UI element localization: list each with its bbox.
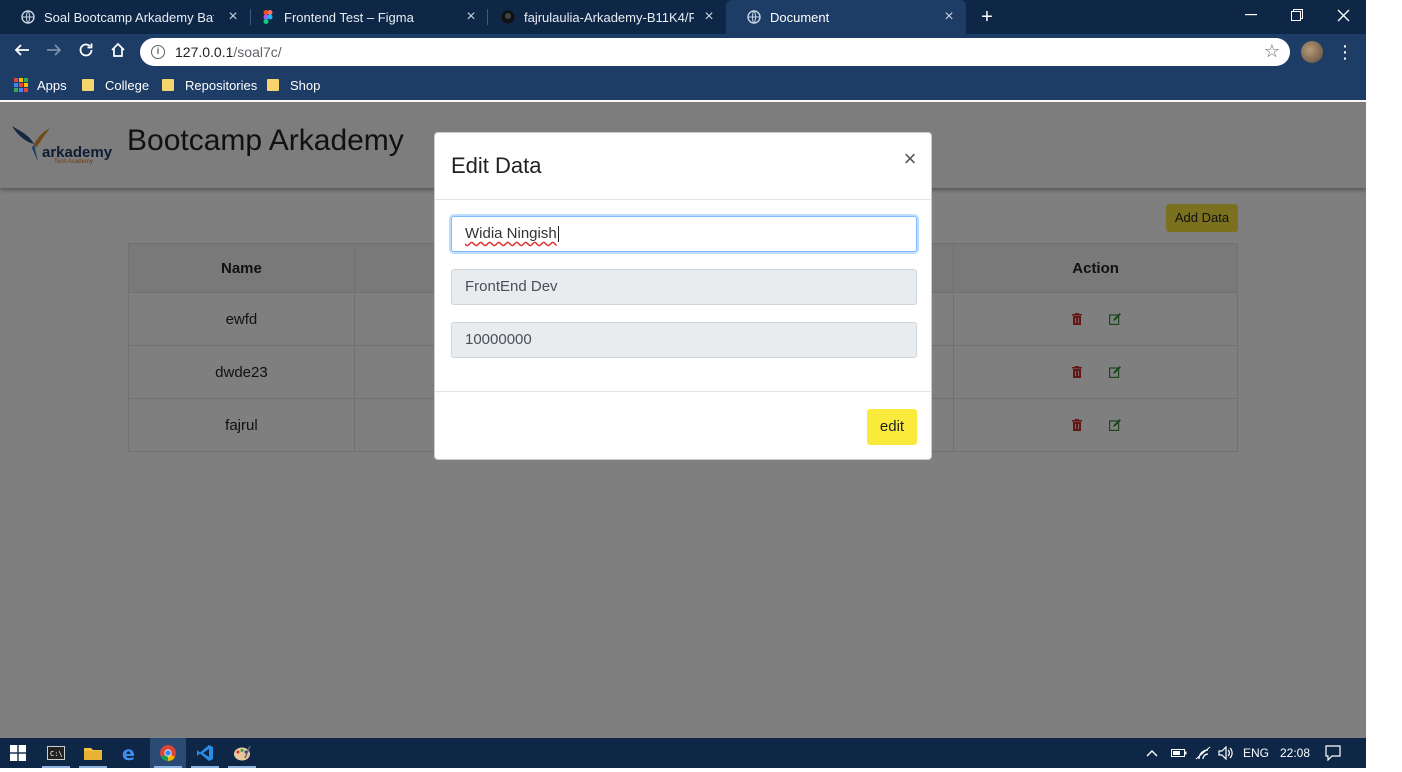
bookmark-label: Shop	[290, 77, 321, 93]
tray-chevron-icon[interactable]	[1146, 738, 1158, 768]
terminal-icon[interactable]: C:\	[38, 738, 74, 768]
close-icon[interactable]: ×	[462, 8, 480, 26]
browser-toolbar: i 127.0.0.1/soal7c/ ☆ ⋮	[0, 34, 1366, 70]
edit-data-modal: Edit Data × Widia Ningish FrontEnd Dev 1…	[434, 132, 932, 460]
github-icon	[500, 9, 516, 25]
tab-title: Frontend Test – Figma	[284, 9, 414, 25]
modal-title: Edit Data	[451, 153, 542, 178]
windows-taskbar: C:\ e ENG 22:08	[0, 738, 1366, 768]
globe-icon	[746, 9, 762, 25]
page-viewport: arkademy Tech Academy Bootcamp Arkademy …	[0, 102, 1366, 738]
edge-icon[interactable]: e	[112, 738, 148, 768]
menu-dots-icon[interactable]: ⋮	[1336, 40, 1354, 64]
work-input[interactable]: FrontEnd Dev	[451, 269, 917, 305]
bookmark-label: Repositories	[185, 77, 258, 93]
screen: Soal Bootcamp Arkademy Batch × Frontend …	[0, 0, 1366, 768]
restore-button[interactable]	[1274, 0, 1320, 30]
address-bar[interactable]: i 127.0.0.1/soal7c/ ☆	[140, 38, 1290, 66]
bookmark-apps[interactable]: Apps	[14, 75, 67, 95]
back-arrow-icon[interactable]	[10, 40, 34, 64]
vscode-icon[interactable]	[187, 738, 223, 768]
bookmark-repositories[interactable]: Repositories	[162, 75, 257, 95]
home-icon[interactable]	[106, 40, 130, 64]
modal-footer-divider	[435, 391, 931, 392]
name-input-value: Widia Ningish	[465, 225, 557, 242]
file-explorer-icon[interactable]	[75, 738, 111, 768]
modal-header: Edit Data ×	[435, 133, 931, 200]
running-indicator	[228, 766, 256, 768]
bookmark-label: Apps	[37, 77, 67, 93]
folder-icon	[82, 79, 94, 91]
forward-arrow-icon[interactable]	[42, 40, 66, 64]
tab-document[interactable]: Document ×	[726, 0, 966, 34]
bookmark-star-icon[interactable]: ☆	[1264, 41, 1280, 62]
tab-title: Soal Bootcamp Arkademy Batch	[44, 9, 214, 25]
running-indicator	[42, 766, 70, 768]
url-host: 127.0.0.1	[175, 44, 234, 60]
name-input[interactable]: Widia Ningish	[451, 216, 917, 252]
url-path: /soal7c/	[233, 44, 282, 60]
bookmark-shop[interactable]: Shop	[267, 75, 320, 95]
browser-tab-strip: Soal Bootcamp Arkademy Batch × Frontend …	[0, 0, 1366, 34]
apps-grid-icon	[14, 78, 28, 92]
running-indicator	[191, 766, 219, 768]
close-icon[interactable]: ×	[900, 148, 920, 170]
close-icon[interactable]: ×	[700, 8, 718, 26]
globe-icon	[20, 9, 36, 25]
text-caret	[557, 226, 559, 243]
close-icon[interactable]: ×	[940, 8, 958, 26]
svg-text:e: e	[122, 744, 135, 762]
new-tab-button[interactable]: +	[976, 6, 998, 28]
tab-soal-bootcamp[interactable]: Soal Bootcamp Arkademy Batch ×	[0, 0, 250, 34]
folder-icon	[162, 79, 174, 91]
tab-title: fajrulaulia-Arkademy-B11K4/REA	[524, 9, 694, 25]
close-window-button[interactable]	[1320, 0, 1366, 30]
tab-title: Document	[770, 9, 830, 25]
minimize-button[interactable]	[1228, 0, 1274, 30]
salary-input[interactable]: 10000000	[451, 322, 917, 358]
profile-avatar[interactable]	[1301, 41, 1323, 63]
bookmarks-bar: Apps College Repositories Shop	[0, 70, 1366, 100]
paint-icon[interactable]	[224, 738, 260, 768]
tab-github[interactable]: fajrulaulia-Arkademy-B11K4/REA ×	[480, 0, 726, 34]
folder-icon	[267, 79, 279, 91]
chrome-icon[interactable]	[150, 738, 186, 768]
figma-icon	[260, 9, 276, 25]
bookmark-label: College	[105, 77, 150, 93]
battery-icon[interactable]	[1171, 738, 1187, 768]
notification-icon[interactable]	[1325, 738, 1341, 768]
url-text: 127.0.0.1/soal7c/	[175, 44, 282, 60]
windows-start-icon[interactable]	[0, 738, 36, 768]
running-indicator	[79, 766, 107, 768]
language-indicator[interactable]: ENG	[1243, 738, 1269, 768]
reload-icon[interactable]	[74, 40, 98, 64]
info-icon[interactable]: i	[151, 45, 165, 59]
wifi-icon[interactable]	[1195, 738, 1211, 768]
edit-submit-button[interactable]: edit	[867, 409, 917, 445]
volume-icon[interactable]	[1218, 738, 1234, 768]
running-indicator	[154, 766, 182, 768]
bookmark-college[interactable]: College	[82, 75, 149, 95]
tab-figma[interactable]: Frontend Test – Figma ×	[240, 0, 488, 34]
clock[interactable]: 22:08	[1280, 738, 1310, 768]
svg-text:C:\: C:\	[50, 750, 63, 758]
